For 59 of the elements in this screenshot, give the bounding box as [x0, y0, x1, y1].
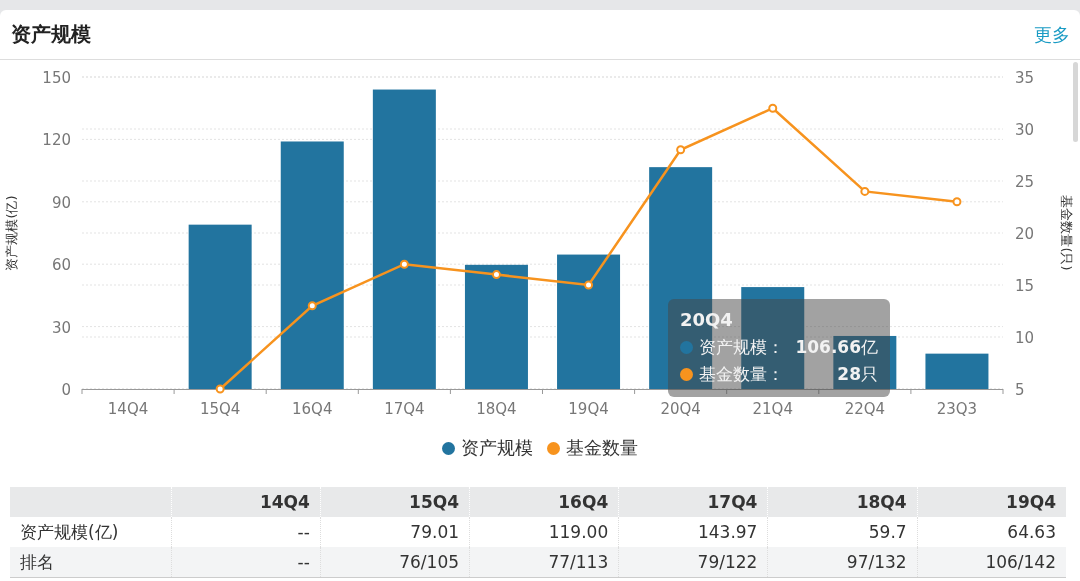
axis-tick-label: 21Q4 — [752, 400, 793, 418]
axis-tick-label: 35 — [1015, 69, 1035, 87]
data-point — [215, 384, 225, 394]
table-cell: 97/132 — [846, 552, 907, 572]
data-point — [860, 186, 870, 196]
data-point — [491, 270, 501, 280]
panel-title: 资产规模 — [11, 21, 91, 48]
axis-tick-label: 30 — [51, 318, 71, 337]
column-header: 18Q4 — [856, 492, 907, 512]
data-point — [399, 259, 409, 269]
legend-label[interactable]: 资产规模 — [461, 436, 533, 460]
data-point — [676, 145, 686, 155]
column-header: 14Q4 — [259, 492, 310, 512]
axis-tick-label: 20Q4 — [660, 400, 701, 418]
table-cell: 143.97 — [697, 522, 758, 542]
table-cell: 79/122 — [697, 552, 758, 572]
axis-tick-label: 120 — [42, 131, 71, 150]
table-cell: 79.01 — [410, 522, 459, 542]
table-cell: 76/105 — [399, 552, 459, 572]
axis-tick-label: 22Q4 — [844, 400, 886, 418]
axis-tick-label: 18Q4 — [476, 400, 517, 418]
table-cell: 64.63 — [1007, 522, 1056, 542]
row-label: 资产规模(亿) — [20, 521, 119, 542]
legend-label[interactable]: 基金数量 — [566, 436, 638, 460]
scrollbar[interactable] — [1073, 62, 1078, 142]
axis-tick-label: 23Q3 — [936, 400, 978, 418]
axis-tick-label: 16Q4 — [292, 400, 333, 418]
table-cell: 77/113 — [548, 552, 609, 572]
axis-tick-label: 25 — [1015, 173, 1035, 191]
axis-tick-label: 10 — [1015, 329, 1035, 347]
axis-tick-label: 15Q4 — [199, 400, 241, 418]
axis-tick-label: 30 — [1015, 121, 1035, 139]
column-header: 16Q4 — [558, 492, 609, 512]
table-cell: -- — [297, 552, 310, 572]
axis-tick-label: 20 — [1015, 225, 1035, 243]
table-cell: 119.00 — [548, 522, 609, 542]
axis-tick-label: 150 — [42, 69, 71, 87]
axis-tick-label: 90 — [51, 193, 71, 212]
column-header: 17Q4 — [707, 492, 758, 512]
data-point — [768, 103, 778, 113]
table-cell: 59.7 — [868, 522, 907, 542]
data-point — [952, 197, 962, 207]
axis-tick-label: 15 — [1015, 277, 1035, 295]
column-header: 19Q4 — [1006, 492, 1056, 512]
axis-title: 资产规模(亿) — [4, 195, 19, 271]
axis-tick-label: 60 — [51, 256, 71, 275]
axis-tick-label: 17Q4 — [384, 400, 425, 418]
axis-tick-label: 5 — [1015, 381, 1025, 399]
axis-tick-label: 19Q4 — [568, 400, 609, 418]
table-cell: 106/142 — [985, 552, 1056, 572]
axis-tick-label: 0 — [61, 381, 71, 399]
row-label: 排名 — [20, 551, 54, 572]
data-point — [584, 280, 594, 290]
axis-title: 基金数量(只) — [1059, 195, 1074, 271]
table-cell: -- — [297, 522, 310, 542]
column-header: 15Q4 — [409, 492, 459, 512]
data-point — [307, 301, 317, 311]
axis-tick-label: 14Q4 — [107, 400, 149, 418]
tooltip-value: 28只 — [837, 363, 878, 386]
